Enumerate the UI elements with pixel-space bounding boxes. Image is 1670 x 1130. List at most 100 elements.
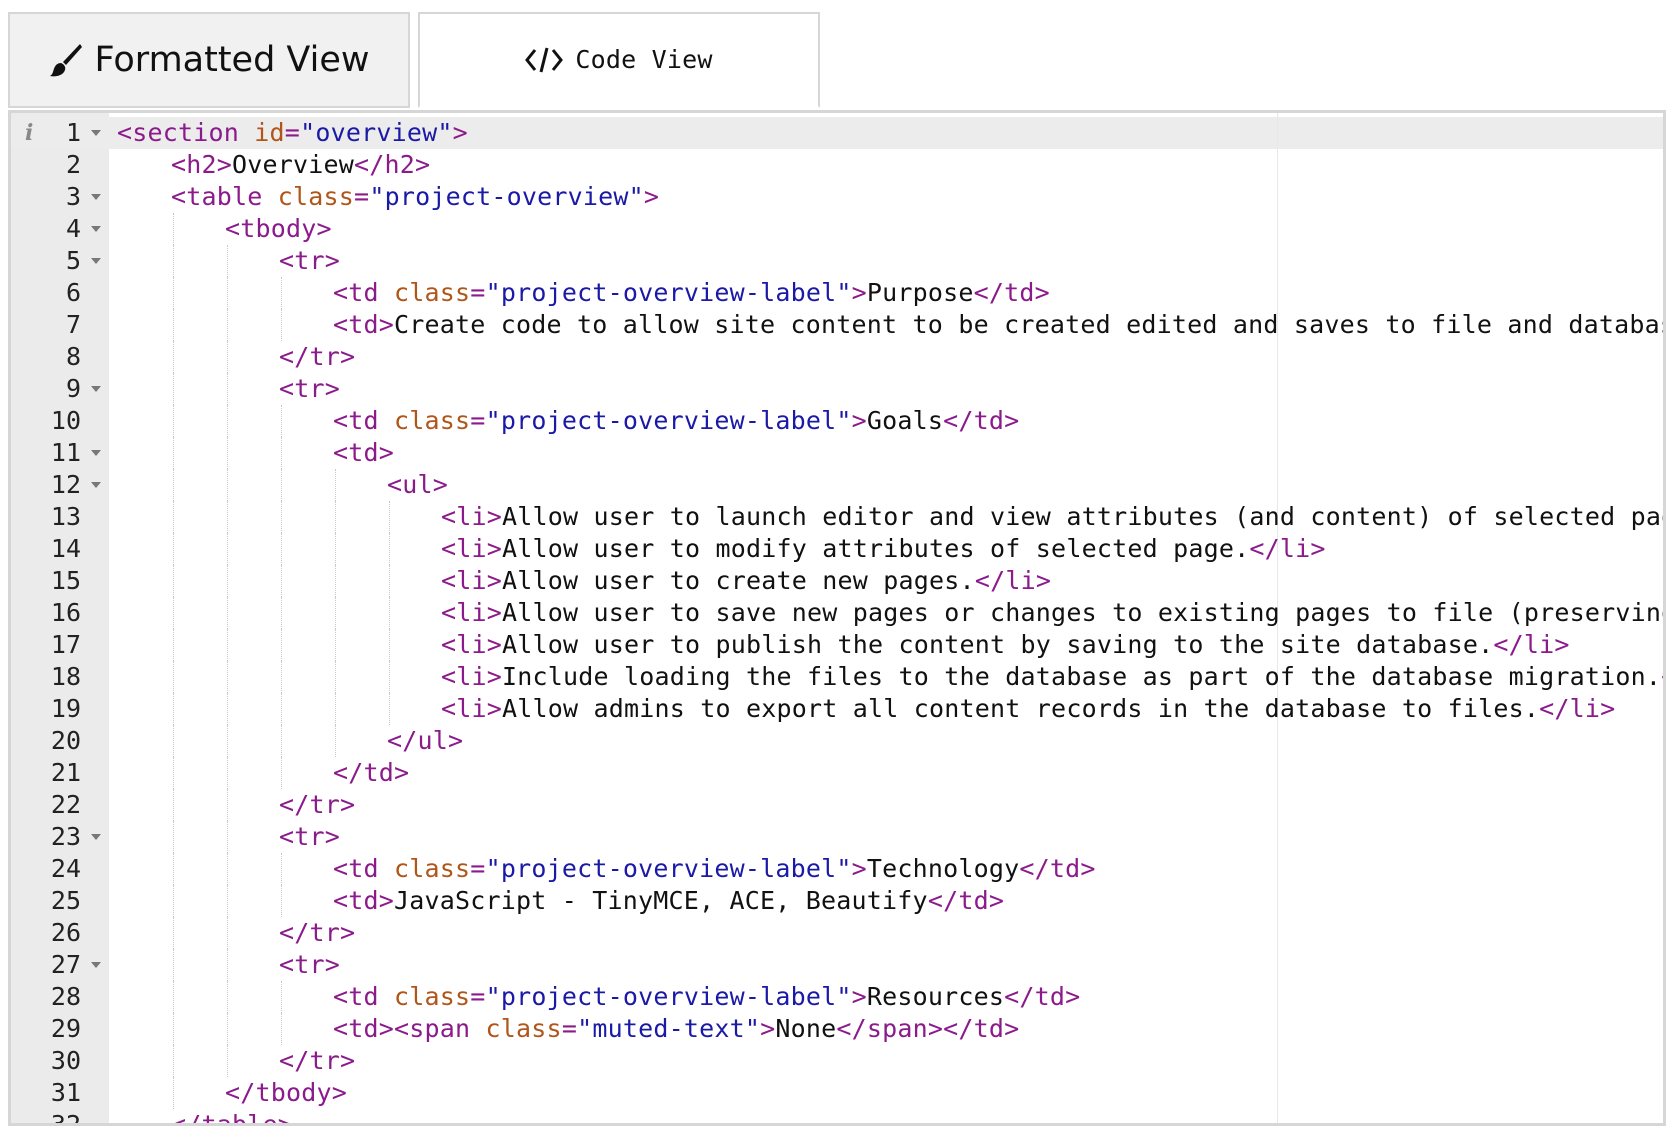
- code-line[interactable]: 26 </tr>: [11, 917, 1663, 949]
- code-line[interactable]: 8 </tr>: [11, 341, 1663, 373]
- code-text: </tr>: [279, 918, 356, 947]
- code-line[interactable]: 14 <li>Allow user to modify attributes of…: [11, 533, 1663, 565]
- code-line[interactable]: 22 </tr>: [11, 789, 1663, 821]
- fold-toggle-icon[interactable]: [91, 258, 101, 264]
- indent-guide: [173, 821, 174, 853]
- code-line[interactable]: 5 <tr>: [11, 245, 1663, 277]
- code-line[interactable]: 25 <td>JavaScript - TinyMCE, ACE, Beautif…: [11, 885, 1663, 917]
- indent-guide: [389, 661, 390, 693]
- code-line[interactable]: 28 <td class="project-overview-label">Res…: [11, 981, 1663, 1013]
- indent-guide: [227, 437, 228, 469]
- indent-guide: [173, 885, 174, 917]
- code-line[interactable]: 23 <tr>: [11, 821, 1663, 853]
- fold-toggle-icon[interactable]: [91, 386, 101, 392]
- tab-label: Code View: [575, 45, 713, 74]
- fold-toggle-icon[interactable]: [91, 834, 101, 840]
- indent-guide: [173, 629, 174, 661]
- code-line[interactable]: 15 <li>Allow user to create new pages.</l…: [11, 565, 1663, 597]
- code-text: <li>Allow user to save new pages or chan…: [441, 598, 1666, 627]
- code-line[interactable]: 12 <ul>: [11, 469, 1663, 501]
- fold-toggle-icon[interactable]: [91, 962, 101, 968]
- indent-guide: [335, 501, 336, 533]
- indent-guide: [227, 245, 228, 277]
- line-number: 5: [65, 246, 81, 275]
- code-line[interactable]: 19 <li>Allow admins to export all content…: [11, 693, 1663, 725]
- code-line[interactable]: 7 <td>Create code to allow site content t…: [11, 309, 1663, 341]
- code-text: <li>Allow user to launch editor and view…: [441, 502, 1666, 531]
- indent-guide: [335, 597, 336, 629]
- indent-guide: [335, 661, 336, 693]
- code-text: <li>Allow admins to export all content r…: [441, 694, 1616, 723]
- code-line[interactable]: 10 <td class="project-overview-label">Goa…: [11, 405, 1663, 437]
- fold-toggle-icon[interactable]: [91, 130, 101, 136]
- indent-guide: [281, 533, 282, 565]
- code-line[interactable]: 20 </ul>: [11, 725, 1663, 757]
- code-line[interactable]: 27 <tr>: [11, 949, 1663, 981]
- code-line[interactable]: 13 <li>Allow user to launch editor and vi…: [11, 501, 1663, 533]
- fold-toggle-icon[interactable]: [91, 450, 101, 456]
- paintbrush-icon: [49, 42, 83, 78]
- fold-toggle-icon[interactable]: [91, 482, 101, 488]
- indent-guide: [227, 885, 228, 917]
- code-text: <td class="project-overview-label">Goals…: [333, 406, 1020, 435]
- code-line[interactable]: i 1 <section id="overview">: [11, 117, 1663, 149]
- indent-guide: [227, 597, 228, 629]
- code-line[interactable]: 24 <td class="project-overview-label">Tec…: [11, 853, 1663, 885]
- code-line[interactable]: 17 <li>Allow user to publish the content …: [11, 629, 1663, 661]
- code-line[interactable]: 29 <td><span class="muted-text">None</spa…: [11, 1013, 1663, 1045]
- code-text: <ul>: [387, 470, 449, 499]
- code-line[interactable]: 21 </td>: [11, 757, 1663, 789]
- indent-guide: [227, 309, 228, 341]
- indent-guide: [227, 277, 228, 309]
- code-line[interactable]: 31 </tbody>: [11, 1077, 1663, 1109]
- indent-guide: [335, 629, 336, 661]
- code-line[interactable]: 4 <tbody>: [11, 213, 1663, 245]
- code-editor[interactable]: i 1 <section id="overview"> 2 <h2>Overview</…: [8, 110, 1666, 1126]
- indent-guide: [335, 725, 336, 757]
- code-line[interactable]: 16 <li>Allow user to save new pages or ch…: [11, 597, 1663, 629]
- line-number: 14: [50, 534, 81, 563]
- code-line[interactable]: 3 <table class="project-overview">: [11, 181, 1663, 213]
- line-number: 24: [50, 854, 81, 883]
- code-text: <td class="project-overview-label">Purpo…: [333, 278, 1050, 307]
- code-line[interactable]: 11 <td>: [11, 437, 1663, 469]
- tab-formatted-view[interactable]: Formatted View: [8, 12, 410, 108]
- line-number: 10: [50, 406, 81, 435]
- code-line[interactable]: 9 <tr>: [11, 373, 1663, 405]
- code-text: <li>Allow user to modify attributes of s…: [441, 534, 1326, 563]
- line-number: 13: [50, 502, 81, 531]
- indent-guide: [173, 1077, 174, 1109]
- code-text: <td>: [333, 438, 395, 467]
- indent-guide: [227, 821, 228, 853]
- code-line[interactable]: 18 <li>Include loading the files to the d…: [11, 661, 1663, 693]
- code-line[interactable]: 6 <td class="project-overview-label">Purp…: [11, 277, 1663, 309]
- code-line[interactable]: 30 </tr>: [11, 1045, 1663, 1077]
- code-line[interactable]: 2 <h2>Overview</h2>: [11, 149, 1663, 181]
- fold-toggle-icon[interactable]: [91, 226, 101, 232]
- indent-guide: [227, 1045, 228, 1077]
- indent-guide: [335, 469, 336, 501]
- line-number: 16: [50, 598, 81, 627]
- code-line[interactable]: 32 </table>: [11, 1109, 1663, 1123]
- indent-guide: [173, 981, 174, 1013]
- indent-guide: [173, 341, 174, 373]
- code-text: <table class="project-overview">: [171, 182, 660, 211]
- line-number: 7: [65, 310, 81, 339]
- indent-guide: [173, 917, 174, 949]
- code-text: </tr>: [279, 790, 356, 819]
- indent-guide: [173, 437, 174, 469]
- indent-guide: [173, 1045, 174, 1077]
- line-number: 15: [50, 566, 81, 595]
- line-number: 30: [50, 1046, 81, 1075]
- indent-guide: [281, 405, 282, 437]
- indent-guide: [281, 725, 282, 757]
- indent-guide: [281, 277, 282, 309]
- indent-guide: [227, 949, 228, 981]
- indent-guide: [173, 501, 174, 533]
- indent-guide: [281, 757, 282, 789]
- tab-code-view[interactable]: Code View: [418, 12, 820, 108]
- line-number: 18: [50, 662, 81, 691]
- fold-toggle-icon[interactable]: [91, 194, 101, 200]
- line-number: 19: [50, 694, 81, 723]
- indent-guide: [173, 597, 174, 629]
